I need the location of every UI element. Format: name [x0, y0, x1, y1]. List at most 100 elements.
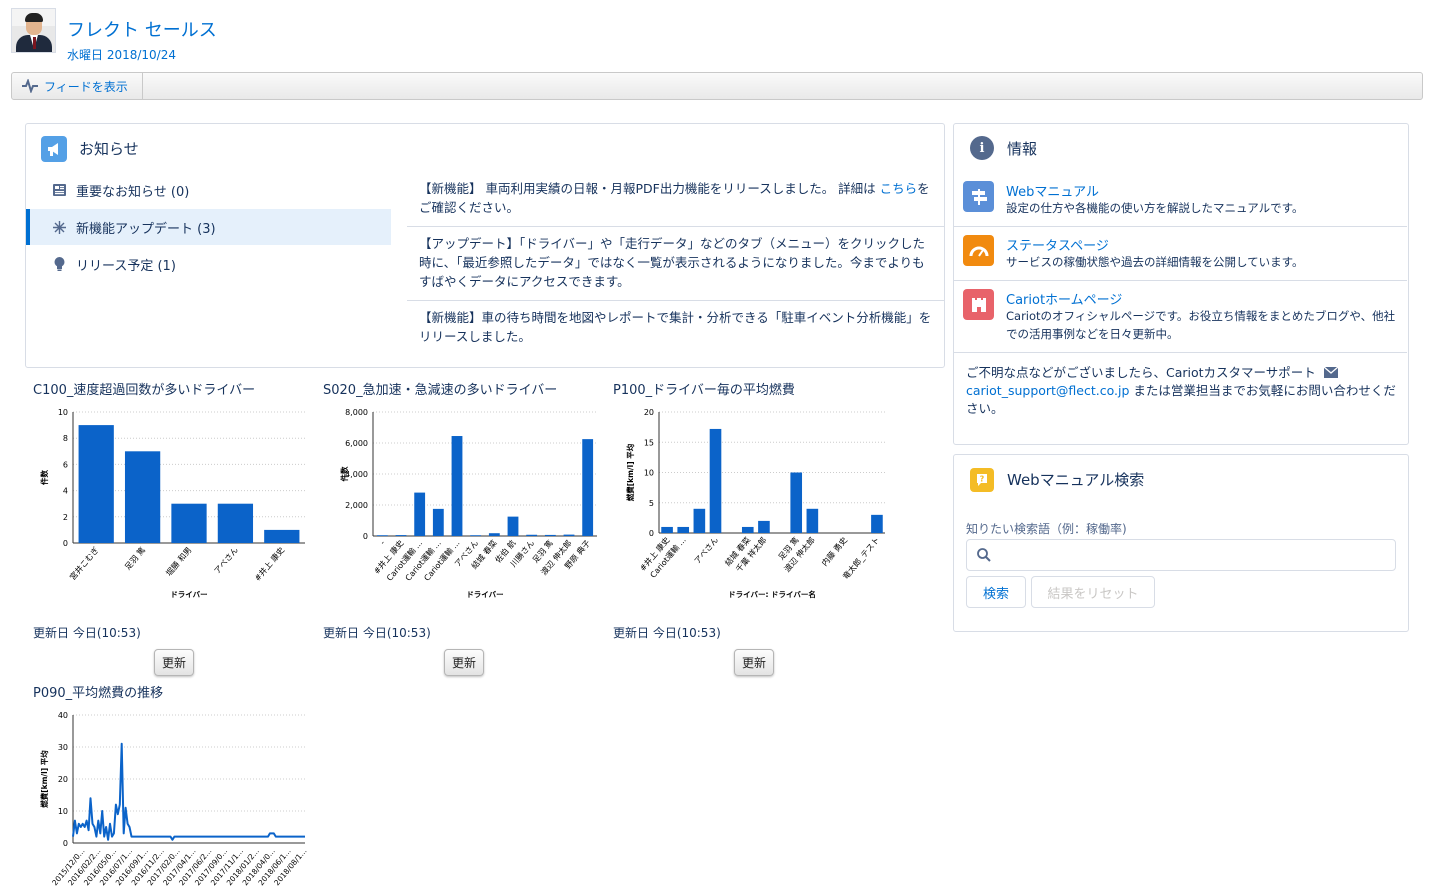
divider [954, 226, 1407, 227]
news-entry: 【新機能】車の待ち時間を地図やレポートで集計・分析できる「駐車イベント分析機能」… [419, 310, 932, 344]
y-tick-label: 40 [58, 711, 68, 720]
bar [376, 535, 388, 536]
y-tick-label: 2,000 [345, 501, 368, 510]
info-row-manual: Webマニュアル 設定の仕方や各機能の使い方を解説したマニュアルです。 [954, 181, 1407, 225]
x-tick-label: 宮井こむぎ [67, 545, 100, 582]
lightbulb-icon [52, 257, 66, 271]
y-tick-label: 6 [63, 460, 68, 469]
updated-label: 更新日 今日(10:53) [613, 626, 721, 640]
bar [563, 534, 575, 536]
search-icon [977, 548, 991, 562]
divider [407, 300, 945, 301]
contact-text: ご不明な点などがございましたら、Cariotカスタマーサポート cariot_s… [966, 365, 1396, 416]
refresh-button[interactable]: 更新 [734, 649, 774, 676]
mail-icon [1323, 366, 1339, 378]
search-button[interactable]: 検索 [966, 576, 1026, 608]
y-tick-label: 30 [58, 743, 68, 752]
divider [954, 352, 1407, 353]
info-desc: サービスの稼働状態や過去の詳細情報を公開しています。 [1006, 255, 1304, 269]
news-category-upcoming[interactable]: リリース予定 (1) [26, 246, 391, 282]
y-tick-label: 6,000 [345, 439, 368, 448]
info-row-homepage: Cariotホームページ Cariotのオフィシャルページです。お役立ち情報をま… [954, 289, 1407, 349]
y-axis-title: 件数 [339, 466, 349, 481]
x-tick-label: - [378, 538, 387, 546]
bar [507, 516, 519, 536]
x-axis-title: ドライバー [466, 590, 503, 599]
x-axis-title: ドライバー [170, 590, 207, 599]
megaphone-icon [41, 136, 67, 162]
chart-p090: 010203040燃費[km/l] 平均2015/12/0...2016/02/… [39, 711, 309, 887]
news-icon [52, 183, 66, 197]
chart-title: S020_急加速・急減速の多いドライバー [323, 383, 558, 398]
x-tick-label: 内藤 勇史 [819, 535, 849, 568]
bar [526, 534, 538, 536]
y-axis-title: 件数 [39, 470, 49, 485]
gauge-icon [963, 235, 994, 266]
bar [395, 535, 407, 536]
bar [741, 526, 754, 533]
bar [871, 514, 883, 533]
pulse-icon [22, 79, 38, 93]
signpost-icon [963, 181, 994, 212]
reset-results-button[interactable]: 結果をリセット [1031, 576, 1155, 608]
search-label: 知りたい検索語（例：稼働率) [966, 522, 1127, 536]
news-category-label: 重要なお知らせ (0) [76, 184, 190, 200]
web-manual-link[interactable]: Webマニュアル [1006, 181, 1099, 200]
bar [217, 503, 254, 543]
manual-search-card: ? Webマニュアル検索 知りたい検索語（例：稼働率) 検索 結果をリセット [953, 454, 1409, 632]
info-desc: 設定の仕方や各機能の使い方を解説したマニュアルです。 [1006, 201, 1304, 215]
x-axis-title: ドライバー: ドライバー名 [728, 589, 816, 599]
news-category-label: 新機能アップデート (3) [76, 221, 216, 237]
chart-title: C100_速度超過回数が多いドライバー [33, 383, 256, 398]
search-input[interactable] [966, 539, 1396, 571]
news-category-new-features[interactable]: 新機能アップデート (3) [26, 209, 391, 245]
refresh-button[interactable]: 更新 [444, 649, 484, 676]
bar [661, 526, 673, 533]
news-category-important[interactable]: 重要なお知らせ (0) [26, 172, 391, 208]
user-name[interactable]: フレクト セールス [67, 16, 217, 42]
y-tick-label: 10 [58, 408, 68, 417]
info-card: i 情報 Webマニュアル 設定の仕方や各機能の使い方を解説したマニュアルです。… [953, 123, 1409, 445]
y-tick-label: 20 [58, 775, 68, 784]
y-tick-label: 15 [644, 438, 654, 447]
avatar[interactable] [11, 8, 56, 53]
series-line [72, 742, 305, 841]
y-tick-label: 2 [63, 513, 68, 522]
bar [758, 520, 770, 533]
news-category-label: リリース予定 (1) [76, 258, 176, 274]
show-feed-button[interactable]: フィードを表示 [12, 73, 143, 99]
updated-label: 更新日 今日(10:53) [323, 626, 431, 640]
feed-toolbar: フィードを表示 [11, 72, 1423, 100]
support-email-link[interactable]: cariot_support@flect.co.jp [966, 383, 1129, 398]
y-tick-label: 10 [58, 807, 68, 816]
bar [582, 439, 594, 536]
x-tick-label: 堀勝 和男 [164, 545, 194, 578]
x-tick-label: 足羽 篤 [122, 545, 147, 572]
bar [544, 534, 556, 536]
x-tick-label: アベさん [693, 536, 720, 566]
refresh-button[interactable]: 更新 [154, 649, 194, 676]
news-detail-link[interactable]: こちら [880, 181, 918, 196]
bar [432, 508, 444, 536]
divider [407, 226, 945, 227]
news-entry: 【新機能】 車両利用実績の日報・月報PDF出力機能をリリースしました。 詳細は … [419, 181, 930, 215]
cariot-homepage-link[interactable]: Cariotホームページ [1006, 289, 1122, 308]
bar [488, 533, 500, 536]
y-tick-label: 10 [644, 469, 654, 478]
news-entry: 【アップデート】「ドライバー」や「走行データ」などのタブ（メニュー）をクリックし… [419, 236, 926, 289]
status-page-link[interactable]: ステータスページ [1006, 235, 1109, 254]
question-icon: ? [970, 468, 994, 492]
sparkle-icon [52, 220, 66, 234]
bar [790, 472, 803, 533]
bar [709, 428, 722, 533]
info-icon: i [970, 136, 994, 160]
news-card: お知らせ 重要なお知らせ (0) 新機能アップデート (3) リリース予定 (1… [25, 123, 945, 368]
y-tick-label: 0 [363, 532, 368, 541]
y-axis-title: 燃費[km/l] 平均 [39, 750, 49, 808]
y-axis-title: 燃費[km/l] 平均 [625, 443, 635, 501]
show-feed-label: フィードを表示 [44, 79, 128, 94]
y-tick-label: 20 [644, 408, 654, 417]
chart-title: P100_ドライバー毎の平均燃費 [613, 383, 795, 398]
bar [470, 535, 482, 536]
chart-title: P090_平均燃費の推移 [33, 686, 164, 701]
